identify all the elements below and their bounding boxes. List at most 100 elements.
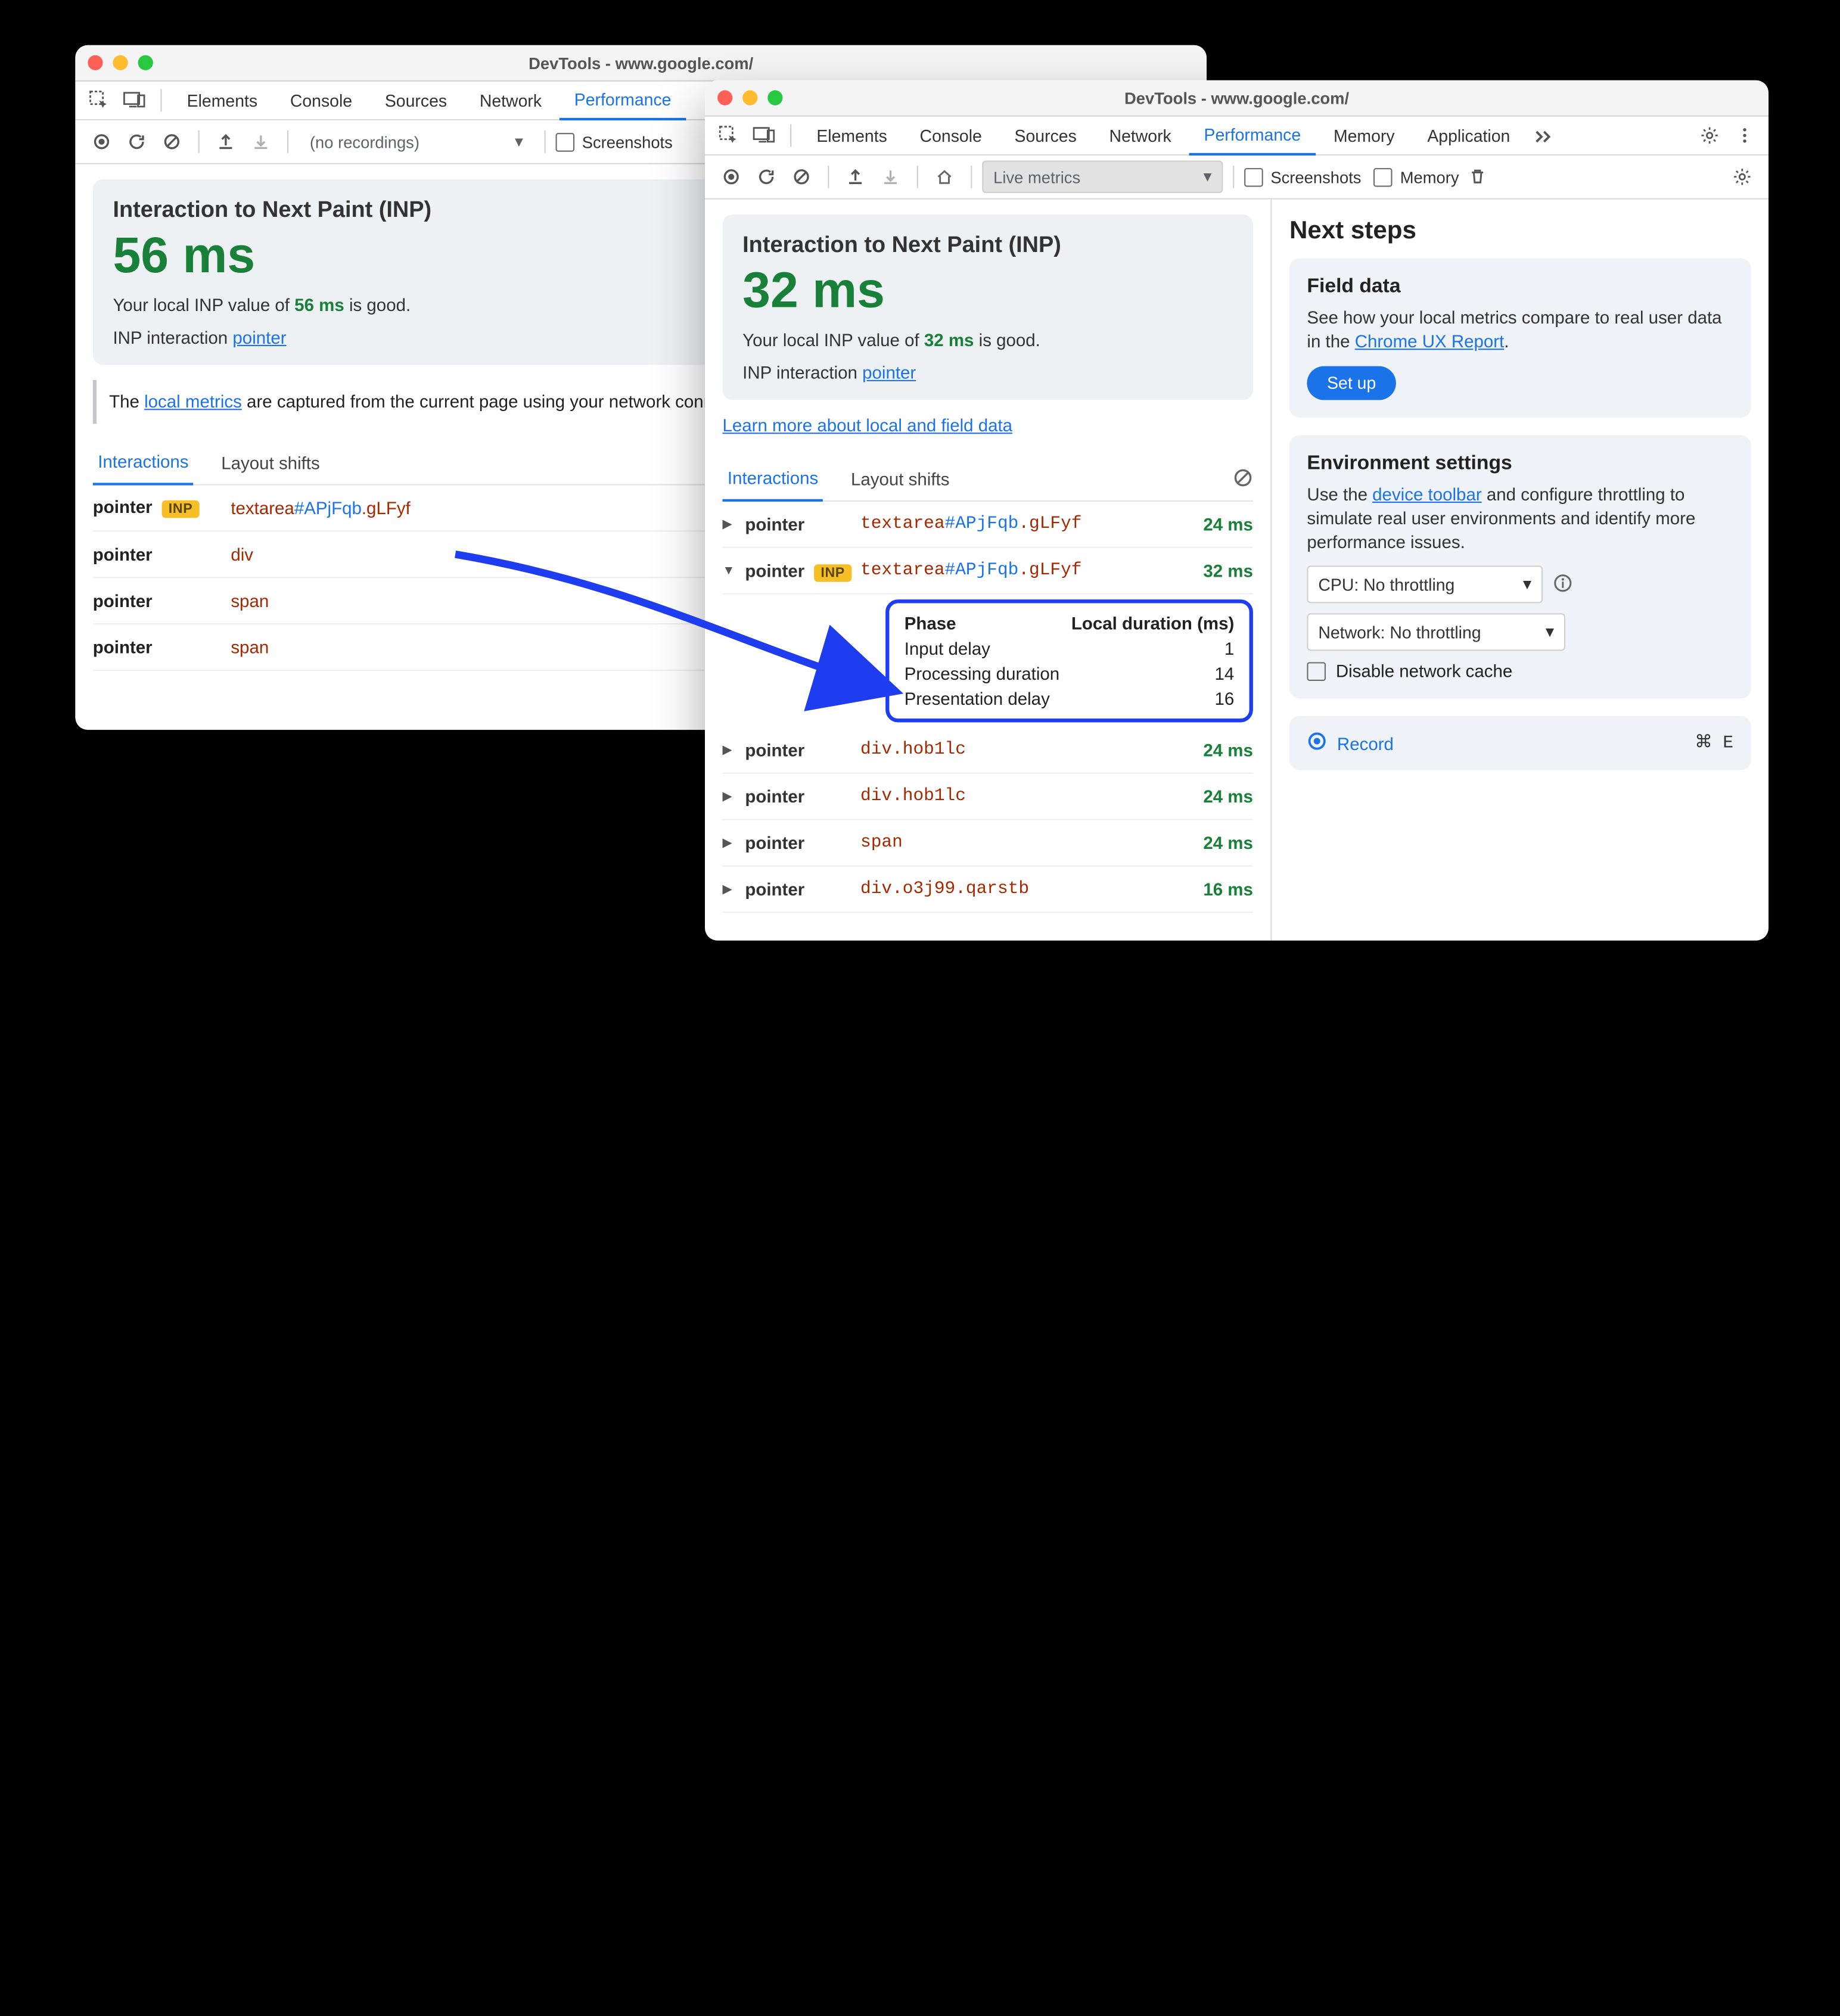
disclosure-closed-icon[interactable]: ▶ xyxy=(722,836,745,850)
maximize-icon[interactable] xyxy=(767,91,782,105)
inspect-icon[interactable] xyxy=(713,119,745,152)
inp-interaction-link[interactable]: pointer xyxy=(862,362,916,382)
record-icon[interactable] xyxy=(85,126,118,158)
trash-icon[interactable] xyxy=(1462,160,1494,193)
phase-header: Local duration (ms) xyxy=(1071,613,1234,633)
tab-console[interactable]: Console xyxy=(275,82,368,119)
reload-record-icon[interactable] xyxy=(750,160,783,193)
minimize-icon[interactable] xyxy=(113,55,128,70)
setup-button[interactable]: Set up xyxy=(1307,366,1396,400)
traffic-lights[interactable] xyxy=(705,91,795,105)
tab-elements[interactable]: Elements xyxy=(172,82,272,119)
close-icon[interactable] xyxy=(88,55,102,70)
tab-layout-shifts[interactable]: Layout shifts xyxy=(846,458,955,500)
tab-sources[interactable]: Sources xyxy=(999,117,1092,154)
interaction-row[interactable]: ▶pointertextarea#APjFqb.gLFyf24 ms xyxy=(722,502,1252,548)
interaction-name: pointer xyxy=(93,497,153,517)
phase-value: 14 xyxy=(1071,664,1234,684)
chevron-down-icon: ▾ xyxy=(1523,575,1531,595)
cpu-throttling-select[interactable]: CPU: No throttling▾ xyxy=(1307,566,1543,603)
phase-label: Presentation delay xyxy=(905,689,1071,709)
chevron-down-icon: ▾ xyxy=(515,132,523,152)
device-toolbar-icon[interactable] xyxy=(118,84,151,117)
tab-memory[interactable]: Memory xyxy=(1319,117,1410,154)
interaction-row[interactable]: ▶pointerdiv.hob1lc24 ms xyxy=(722,727,1252,774)
window-title: DevTools - www.google.com/ xyxy=(705,88,1768,107)
info-icon xyxy=(1553,573,1573,597)
maximize-icon[interactable] xyxy=(138,55,153,70)
recordings-dropdown[interactable]: (no recordings) ▾ xyxy=(299,126,534,158)
disclosure-closed-icon[interactable]: ▶ xyxy=(722,743,745,757)
next-steps-panel: Next steps Field data See how your local… xyxy=(1270,200,1768,941)
tab-network[interactable]: Network xyxy=(465,82,557,119)
tab-application[interactable]: Application xyxy=(1412,117,1525,154)
selector-text: div.o3j99.qarstb xyxy=(860,879,1165,900)
interaction-row[interactable]: ▶pointerspan24 ms xyxy=(722,820,1252,867)
record-button[interactable]: Record xyxy=(1337,733,1394,754)
interaction-row[interactable]: ▼pointer INPtextarea#APjFqb.gLFyf32 ms xyxy=(722,548,1252,595)
disclosure-open-icon[interactable]: ▼ xyxy=(722,564,745,577)
network-throttling-select[interactable]: Network: No throttling▾ xyxy=(1307,614,1565,651)
minimize-icon[interactable] xyxy=(742,91,757,105)
record-icon[interactable] xyxy=(715,160,748,193)
clear-icon[interactable] xyxy=(785,160,818,193)
phase-header: Phase xyxy=(905,613,1071,633)
traffic-lights[interactable] xyxy=(75,55,166,70)
disclosure-closed-icon[interactable]: ▶ xyxy=(722,882,745,896)
local-metrics-link[interactable]: local metrics xyxy=(144,391,242,412)
inp-interaction-link[interactable]: pointer xyxy=(232,327,286,347)
tab-performance[interactable]: Performance xyxy=(1189,116,1316,155)
tab-layout-shifts[interactable]: Layout shifts xyxy=(216,441,325,484)
tab-network[interactable]: Network xyxy=(1094,117,1186,154)
titlebar: DevTools - www.google.com/ xyxy=(705,80,1768,117)
memory-checkbox[interactable]: Memory xyxy=(1374,167,1459,186)
tab-interactions[interactable]: Interactions xyxy=(722,456,823,502)
device-toolbar-link[interactable]: device toolbar xyxy=(1372,484,1481,504)
record-card: Record ⌘ E xyxy=(1289,717,1751,771)
devtools-tabstrip: Elements Console Sources Network Perform… xyxy=(705,117,1768,155)
reload-record-icon[interactable] xyxy=(120,126,153,158)
upload-icon[interactable] xyxy=(839,160,872,193)
disable-cache-checkbox[interactable]: Disable network cache xyxy=(1307,661,1733,682)
recordings-dropdown[interactable]: Live metrics ▾ xyxy=(982,160,1223,193)
device-toolbar-icon[interactable] xyxy=(748,119,781,152)
tab-elements[interactable]: Elements xyxy=(801,117,902,154)
screenshots-checkbox[interactable]: Screenshots xyxy=(556,132,673,151)
field-data-title: Field data xyxy=(1307,276,1733,298)
upload-icon[interactable] xyxy=(210,126,243,158)
tab-console[interactable]: Console xyxy=(905,117,997,154)
home-icon[interactable] xyxy=(928,160,961,193)
clear-icon[interactable] xyxy=(156,126,188,158)
interaction-name: pointer xyxy=(745,560,804,580)
screenshots-checkbox[interactable]: Screenshots xyxy=(1244,167,1361,186)
download-icon[interactable] xyxy=(244,126,277,158)
learn-more-link[interactable]: Learn more about local and field data xyxy=(722,415,1012,435)
inp-title: Interaction to Next Paint (INP) xyxy=(742,232,1233,258)
settings-icon[interactable] xyxy=(1693,119,1726,152)
disclosure-closed-icon[interactable]: ▶ xyxy=(722,789,745,803)
download-icon[interactable] xyxy=(874,160,907,193)
more-tabs-icon[interactable] xyxy=(1528,119,1561,152)
record-dot-icon[interactable] xyxy=(1307,732,1327,755)
interaction-name: pointer xyxy=(93,637,153,657)
inp-description: Your local INP value of 32 ms is good. xyxy=(742,330,1233,350)
selector-text: span xyxy=(860,833,1165,853)
close-icon[interactable] xyxy=(717,91,732,105)
phase-breakdown-card: PhaseLocal duration (ms)Input delay1Proc… xyxy=(885,599,1253,722)
interaction-name: pointer xyxy=(745,514,804,534)
interaction-row[interactable]: ▶pointerdiv.o3j99.qarstb16 ms xyxy=(722,867,1252,913)
settings-icon[interactable] xyxy=(1726,160,1758,193)
inp-badge: INP xyxy=(162,501,199,518)
kebab-icon[interactable] xyxy=(1729,119,1761,152)
tab-interactions[interactable]: Interactions xyxy=(93,440,194,486)
inspect-icon[interactable] xyxy=(83,84,116,117)
interaction-row[interactable]: ▶pointerdiv.hob1lc24 ms xyxy=(722,774,1252,820)
interaction-name: pointer xyxy=(93,544,153,564)
disclosure-closed-icon[interactable]: ▶ xyxy=(722,517,745,531)
tab-sources[interactable]: Sources xyxy=(370,82,462,119)
selector-text: textarea#APjFqb.gLFyf xyxy=(860,514,1165,534)
tab-performance[interactable]: Performance xyxy=(560,80,686,120)
field-data-card: Field data See how your local metrics co… xyxy=(1289,259,1751,418)
record-shortcut: ⌘ E xyxy=(1695,733,1733,754)
crux-link[interactable]: Chrome UX Report xyxy=(1355,331,1505,351)
